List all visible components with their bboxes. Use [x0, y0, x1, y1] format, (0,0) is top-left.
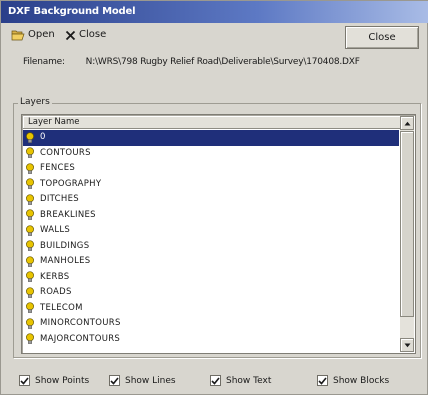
layer-name: FENCES	[40, 163, 76, 173]
check-icon	[318, 376, 327, 385]
layer-row[interactable]: WALLS	[23, 223, 401, 239]
lightbulb-icon[interactable]	[25, 178, 35, 190]
close-toolbar-button[interactable]: Close	[65, 27, 106, 43]
layer-name: CONTOURS	[40, 147, 91, 158]
layer-name: MINORCONTOURS	[40, 318, 121, 328]
layer-row[interactable]: BUILDINGS	[23, 239, 401, 255]
show-blocks-box[interactable]	[317, 375, 328, 386]
layer-row[interactable]: DITCHES	[23, 192, 401, 208]
lightbulb-icon[interactable]	[25, 240, 35, 252]
close-toolbar-label: Close	[79, 29, 107, 40]
layer-row[interactable]: MANHOLES	[23, 254, 401, 270]
layer-name: MANHOLES	[40, 256, 91, 266]
scroll-thumb[interactable]	[400, 131, 414, 317]
open-label: Open	[28, 29, 55, 40]
filename-value: N:\WRS\798 Rugby Relief Road\Deliverable…	[85, 57, 360, 67]
filename-label: Filename:	[23, 57, 65, 67]
filename-row: Filename: N:\WRS\798 Rugby Relief Road\D…	[23, 57, 360, 67]
lightbulb-icon[interactable]	[25, 225, 35, 237]
show-points-label: Show Points	[35, 375, 90, 386]
show-text-box[interactable]	[210, 375, 221, 386]
layer-rows: 0 CONTOURS FENCES TOPOGRAPHY DITCHES BREAKLIN…	[23, 130, 401, 347]
lightbulb-icon[interactable]	[25, 318, 35, 330]
layer-name: BUILDINGS	[40, 240, 90, 251]
layer-row[interactable]: MAJORCONTOURS	[23, 332, 401, 348]
show-lines-box[interactable]	[109, 375, 120, 386]
show-text-label: Show Text	[226, 375, 272, 386]
layer-row[interactable]: MINORCONTOURS	[23, 316, 401, 332]
layers-group-label: Layers	[18, 97, 52, 108]
show-points-checkbox[interactable]: Show Points	[19, 375, 89, 386]
scroll-up-button[interactable]	[400, 116, 414, 130]
lightbulb-icon[interactable]	[25, 147, 35, 159]
scroll-down-button[interactable]	[400, 338, 414, 352]
layer-row[interactable]: ROADS	[23, 285, 401, 301]
layer-row[interactable]: CONTOURS	[23, 146, 401, 162]
close-x-icon	[65, 30, 76, 41]
scroll-down-arrow-icon	[404, 343, 410, 347]
layer-row[interactable]: TOPOGRAPHY	[23, 177, 401, 193]
scroll-up-arrow-icon	[404, 121, 410, 125]
window-title: DXF Background Model	[1, 1, 428, 23]
show-points-box[interactable]	[19, 375, 30, 386]
layer-name: KERBS	[40, 271, 70, 282]
check-icon	[110, 376, 119, 385]
show-blocks-checkbox[interactable]: Show Blocks	[317, 375, 389, 386]
check-icon	[211, 376, 220, 385]
layer-row[interactable]: KERBS	[23, 270, 401, 286]
lightbulb-icon[interactable]	[25, 271, 35, 283]
show-blocks-label: Show Blocks	[333, 375, 390, 386]
lightbulb-icon[interactable]	[25, 333, 35, 345]
layer-name: BREAKLINES	[40, 209, 96, 220]
lightbulb-icon[interactable]	[25, 132, 35, 144]
open-button[interactable]: Open	[11, 27, 55, 43]
layer-row[interactable]: 0	[23, 130, 399, 146]
layer-name: WALLS	[40, 225, 71, 235]
close-dialog-button[interactable]: Close	[345, 26, 419, 49]
layers-listbox[interactable]: Layer Name 0 CONTOURS FENCES TOPOGRAPHY DITC…	[21, 114, 416, 354]
lightbulb-icon[interactable]	[25, 209, 35, 221]
column-header-layer-name[interactable]: Layer Name	[23, 116, 401, 129]
layer-name: ROADS	[40, 287, 72, 297]
layer-name: TELECOM	[40, 302, 83, 313]
show-lines-label: Show Lines	[125, 375, 176, 386]
lightbulb-icon[interactable]	[25, 302, 35, 314]
open-folder-icon	[11, 29, 25, 41]
layer-row[interactable]: FENCES	[23, 161, 401, 177]
lightbulb-icon[interactable]	[25, 256, 35, 268]
check-icon	[20, 376, 29, 385]
show-lines-checkbox[interactable]: Show Lines	[109, 375, 176, 386]
layer-name: 0	[40, 132, 46, 142]
layer-name: TOPOGRAPHY	[40, 178, 102, 189]
layer-row[interactable]: BREAKLINES	[23, 208, 401, 224]
layer-name: DITCHES	[40, 194, 79, 204]
dxf-background-model-dialog: DXF Background Model Open Close Close Fi…	[0, 0, 428, 395]
lightbulb-icon[interactable]	[25, 287, 35, 299]
show-text-checkbox[interactable]: Show Text	[210, 375, 271, 386]
lightbulb-icon[interactable]	[25, 163, 35, 175]
lightbulb-icon[interactable]	[25, 194, 35, 206]
layer-name: MAJORCONTOURS	[40, 333, 121, 344]
layer-row[interactable]: TELECOM	[23, 301, 401, 317]
vertical-scrollbar[interactable]	[400, 116, 414, 352]
